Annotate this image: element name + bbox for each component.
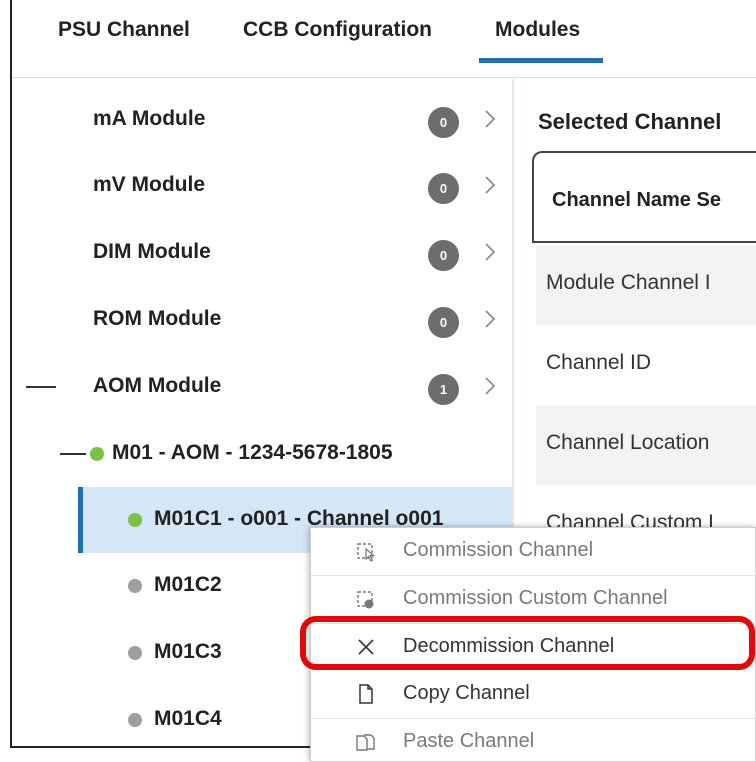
status-dot-icon — [128, 513, 142, 527]
status-dot-icon — [128, 646, 142, 660]
menu-item-paste-channel[interactable]: Paste Channel — [311, 719, 756, 762]
tree-item-aom-module[interactable]: AOM Module 1 — [12, 354, 512, 420]
module-label: mA Module — [93, 107, 206, 130]
module-label: DIM Module — [93, 240, 211, 263]
menu-item-copy-channel[interactable]: Copy Channel — [311, 671, 756, 718]
device-label: M01 - AOM - 1234-5678-1805 — [112, 441, 393, 464]
chevron-right-icon[interactable] — [484, 108, 496, 130]
channel-label: M01C2 — [154, 573, 222, 596]
menu-item-label: Commission Custom Channel — [403, 587, 668, 609]
tab-psu-channel[interactable]: PSU Channel — [58, 18, 190, 42]
count-badge: 1 — [428, 374, 459, 405]
field-label: Channel Location — [546, 431, 710, 454]
commission-icon — [357, 543, 376, 562]
count-badge: 0 — [428, 173, 459, 204]
details-table-header: Channel Name Se — [532, 151, 756, 243]
chevron-right-icon[interactable] — [484, 241, 496, 263]
commission-custom-icon — [357, 591, 374, 609]
chevron-right-icon[interactable] — [484, 174, 496, 196]
collapse-icon[interactable] — [26, 386, 56, 388]
count-badge: 0 — [428, 240, 459, 271]
details-title: Selected Channel — [538, 109, 722, 134]
count-badge: 0 — [428, 107, 459, 138]
module-label: AOM Module — [93, 374, 222, 397]
menu-item-label: Copy Channel — [403, 682, 530, 704]
collapse-icon[interactable] — [60, 453, 86, 455]
field-row: Channel ID — [536, 325, 756, 405]
column-header: Channel Name Se — [552, 189, 721, 211]
tab-ccb-configuration[interactable]: CCB Configuration — [243, 18, 432, 42]
menu-item-commission-channel[interactable]: Commission Channel — [311, 528, 756, 575]
tab-bar: PSU Channel CCB Configuration Modules — [12, 0, 756, 78]
count-badge: 0 — [428, 307, 459, 338]
module-label: mV Module — [93, 173, 206, 196]
paste-icon — [356, 734, 375, 751]
menu-item-label: Decommission Channel — [403, 635, 615, 657]
close-icon — [358, 639, 374, 655]
tree-item-device[interactable]: M01 - AOM - 1234-5678-1805 — [12, 421, 512, 487]
module-label: ROM Module — [93, 307, 222, 330]
menu-item-label: Paste Channel — [403, 730, 535, 752]
tab-modules[interactable]: Modules — [495, 18, 580, 42]
chevron-right-icon[interactable] — [484, 375, 496, 397]
field-label: Channel ID — [546, 351, 652, 374]
selection-indicator — [78, 487, 83, 553]
copy-icon — [359, 684, 373, 704]
tree-item-rom-module[interactable]: ROM Module 0 — [12, 287, 512, 353]
tree-item-dim-module[interactable]: DIM Module 0 — [12, 220, 512, 286]
menu-item-decommission-channel[interactable]: Decommission Channel — [311, 624, 756, 671]
chevron-right-icon[interactable] — [484, 308, 496, 330]
field-row: Module Channel I — [536, 245, 756, 325]
active-tab-indicator — [479, 58, 603, 63]
field-label: Module Channel I — [546, 271, 711, 294]
status-dot-icon — [128, 579, 142, 593]
field-row: Channel Location — [536, 405, 756, 485]
menu-item-commission-custom-channel[interactable]: Commission Custom Channel — [311, 576, 756, 623]
status-dot-icon — [128, 713, 142, 727]
menu-item-label: Commission Channel — [403, 539, 594, 561]
tree-item-ma-module[interactable]: mA Module 0 — [12, 87, 512, 153]
context-menu: Commission Channel Commission Custom Cha… — [310, 527, 756, 762]
tree-item-mv-module[interactable]: mV Module 0 — [12, 153, 512, 219]
status-dot-icon — [90, 447, 104, 461]
channel-label: M01C4 — [154, 707, 222, 730]
channel-label: M01C3 — [154, 640, 222, 663]
